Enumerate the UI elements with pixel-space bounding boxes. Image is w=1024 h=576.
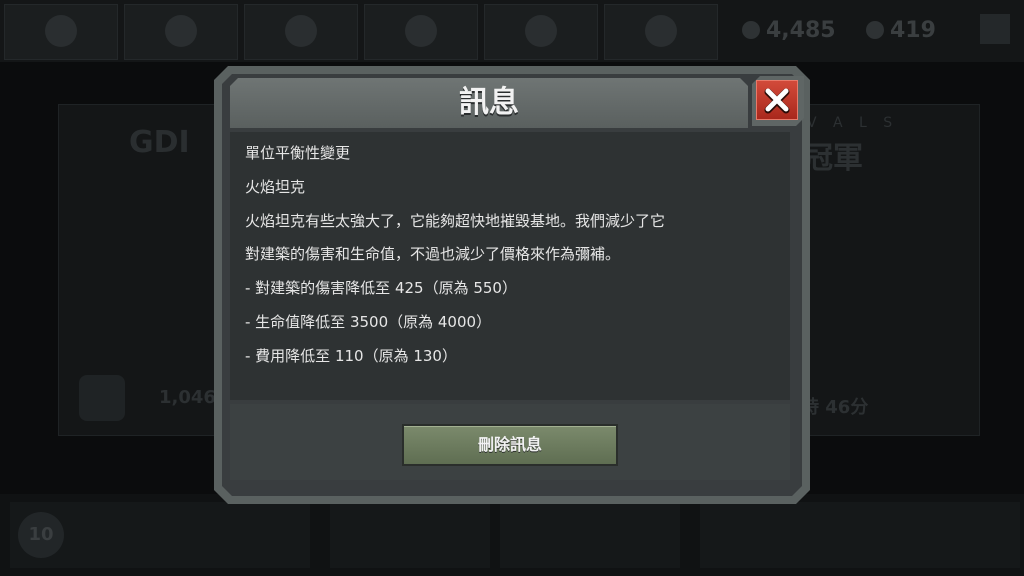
delete-message-button[interactable]: 刪除訊息: [402, 424, 618, 466]
close-x-icon: [764, 88, 790, 114]
resource-1-value: 4,485: [766, 18, 836, 43]
faction-badge-icon: [79, 375, 125, 421]
message-line: 對建築的傷害和生命值，不過也減少了價格來作為彌補。: [245, 245, 621, 263]
bottom-slot-3: [500, 502, 680, 568]
top-tab-icon: [525, 15, 557, 47]
player-level-badge: 10: [18, 512, 64, 558]
left-panel-title: GDI: [129, 125, 190, 160]
right-panel-title: 冠軍: [803, 141, 863, 176]
message-line: 火焰坦克: [245, 178, 306, 196]
top-tab-icon: [165, 15, 197, 47]
dialog-title: 訊息: [459, 85, 519, 120]
resource-2: 419: [866, 18, 936, 43]
bottom-slot-2: [330, 502, 490, 568]
top-bar: 4,485 419: [0, 0, 1024, 62]
right-panel-label: V A L S: [807, 115, 899, 131]
coin-icon: [742, 21, 760, 39]
cart-icon: [645, 15, 677, 47]
right-panel-timer: 時 46分: [801, 397, 869, 418]
message-line: 火焰坦克有些太強大了，它能夠超快地摧毀基地。我們減少了它: [245, 212, 666, 230]
top-tab-icon: [405, 15, 437, 47]
message-content: 單位平衡性變更 火焰坦克 火焰坦克有些太強大了，它能夠超快地摧毀基地。我們減少了…: [230, 132, 790, 400]
message-line: - 費用降低至 110（原為 130）: [245, 347, 457, 365]
top-tab-3: [244, 4, 358, 60]
dialog-titlebar: 訊息: [230, 78, 748, 128]
top-tab-1: [4, 4, 118, 60]
close-button[interactable]: [756, 80, 798, 120]
top-tab-2: [124, 4, 238, 60]
message-line: - 生命值降低至 3500（原為 4000）: [245, 313, 492, 331]
settings-icon: [980, 14, 1010, 44]
gem-icon: [866, 21, 884, 39]
message-line: - 對建築的傷害降低至 425（原為 550）: [245, 279, 517, 297]
close-button-frame: [752, 76, 804, 126]
message-line: 單位平衡性變更: [245, 144, 351, 162]
top-tab-5: [484, 4, 598, 60]
resource-2-value: 419: [890, 18, 936, 43]
top-tab-4: [364, 4, 478, 60]
top-tab-icon: [45, 15, 77, 47]
bottom-bar: 10: [0, 494, 1024, 576]
player-card: 10: [10, 502, 310, 568]
top-tab-shop: [604, 4, 718, 60]
resource-1: 4,485: [742, 18, 836, 43]
bottom-slot-4: [700, 502, 1020, 568]
dialog-footer: 刪除訊息: [230, 404, 790, 480]
left-panel-number: 1,046: [159, 387, 216, 408]
top-tab-icon: [285, 15, 317, 47]
message-dialog: 訊息 單位平衡性變更 火焰坦克 火焰坦克有些太強大了，它能夠超快地摧毀基地。我們…: [214, 66, 810, 504]
